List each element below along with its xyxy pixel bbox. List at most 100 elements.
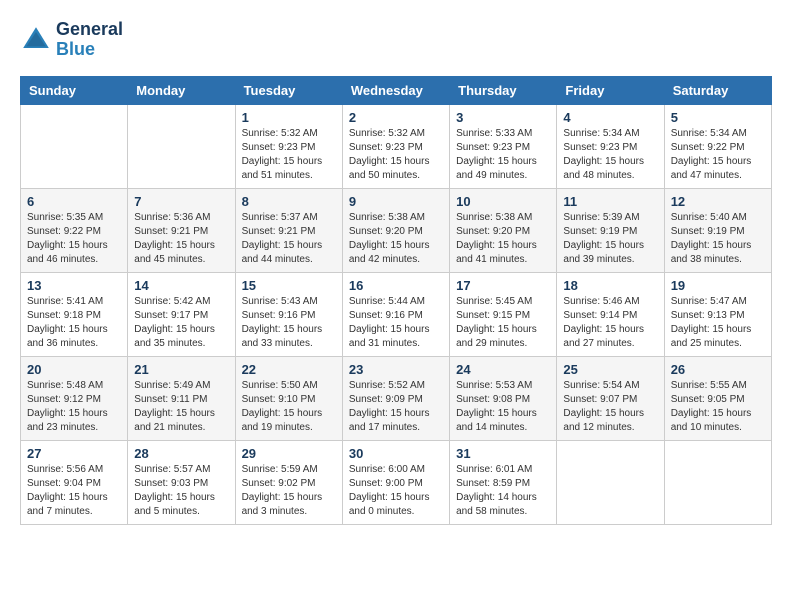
calendar-cell (664, 440, 771, 524)
weekday-header-tuesday: Tuesday (235, 76, 342, 104)
day-number: 2 (349, 110, 443, 125)
calendar-cell: 24 Sunrise: 5:53 AM Sunset: 9:08 PM Dayli… (450, 356, 557, 440)
calendar-cell: 26 Sunrise: 5:55 AM Sunset: 9:05 PM Dayli… (664, 356, 771, 440)
calendar-cell (557, 440, 664, 524)
calendar-cell: 18Sunrise: 5:46 AM Sunset: 9:14 PM Dayli… (557, 272, 664, 356)
calendar-cell: 23 Sunrise: 5:52 AM Sunset: 9:09 PM Dayli… (342, 356, 449, 440)
calendar-cell: 13Sunrise: 5:41 AM Sunset: 9:18 PM Dayli… (21, 272, 128, 356)
day-number: 23 (349, 362, 443, 377)
calendar-week-row: 6Sunrise: 5:35 AM Sunset: 9:22 PM Daylig… (21, 188, 772, 272)
day-info: Sunrise: 5:39 AM Sunset: 9:19 PM Dayligh… (563, 211, 657, 267)
day-info: Sunrise: 5:35 AM Sunset: 9:22 PM Dayligh… (27, 211, 121, 267)
day-info: Sunrise: 5:54 AM Sunset: 9:07 PM Dayligh… (563, 379, 657, 435)
calendar-week-row: 13Sunrise: 5:41 AM Sunset: 9:18 PM Dayli… (21, 272, 772, 356)
day-info: Sunrise: 6:01 AM Sunset: 8:59 PM Dayligh… (456, 463, 550, 519)
day-number: 29 (242, 446, 336, 461)
day-info: Sunrise: 5:53 AM Sunset: 9:08 PM Dayligh… (456, 379, 550, 435)
day-number: 4 (563, 110, 657, 125)
weekday-header-sunday: Sunday (21, 76, 128, 104)
calendar-cell: 6Sunrise: 5:35 AM Sunset: 9:22 PM Daylig… (21, 188, 128, 272)
calendar-cell: 5Sunrise: 5:34 AM Sunset: 9:22 PM Daylig… (664, 104, 771, 188)
day-number: 9 (349, 194, 443, 209)
calendar-cell: 9 Sunrise: 5:38 AM Sunset: 9:20 PM Daylig… (342, 188, 449, 272)
calendar-cell: 10 Sunrise: 5:38 AM Sunset: 9:20 PM Dayli… (450, 188, 557, 272)
day-info: Sunrise: 5:36 AM Sunset: 9:21 PM Dayligh… (134, 211, 228, 267)
day-info: Sunrise: 5:48 AM Sunset: 9:12 PM Dayligh… (27, 379, 121, 435)
day-info: Sunrise: 5:41 AM Sunset: 9:18 PM Dayligh… (27, 295, 121, 351)
day-info: Sunrise: 5:32 AM Sunset: 9:23 PM Dayligh… (242, 127, 336, 183)
day-number: 1 (242, 110, 336, 125)
calendar-cell: 28 Sunrise: 5:57 AM Sunset: 9:03 PM Dayli… (128, 440, 235, 524)
weekday-header-row: SundayMondayTuesdayWednesdayThursdayFrid… (21, 76, 772, 104)
logo-text-blue: Blue (56, 40, 123, 60)
day-number: 19 (671, 278, 765, 293)
calendar-cell (128, 104, 235, 188)
calendar-cell: 31Sunrise: 6:01 AM Sunset: 8:59 PM Dayli… (450, 440, 557, 524)
day-info: Sunrise: 5:37 AM Sunset: 9:21 PM Dayligh… (242, 211, 336, 267)
day-info: Sunrise: 5:33 AM Sunset: 9:23 PM Dayligh… (456, 127, 550, 183)
day-info: Sunrise: 5:55 AM Sunset: 9:05 PM Dayligh… (671, 379, 765, 435)
day-info: Sunrise: 5:44 AM Sunset: 9:16 PM Dayligh… (349, 295, 443, 351)
calendar-cell: 1 Sunrise: 5:32 AM Sunset: 9:23 PM Daylig… (235, 104, 342, 188)
logo-icon (20, 24, 52, 56)
logo-text-general: General (56, 20, 123, 40)
day-number: 20 (27, 362, 121, 377)
day-number: 25 (563, 362, 657, 377)
day-number: 21 (134, 362, 228, 377)
day-number: 5 (671, 110, 765, 125)
day-info: Sunrise: 6:00 AM Sunset: 9:00 PM Dayligh… (349, 463, 443, 519)
day-number: 15 (242, 278, 336, 293)
day-info: Sunrise: 5:45 AM Sunset: 9:15 PM Dayligh… (456, 295, 550, 351)
calendar-cell: 7 Sunrise: 5:36 AM Sunset: 9:21 PM Daylig… (128, 188, 235, 272)
day-number: 28 (134, 446, 228, 461)
day-info: Sunrise: 5:34 AM Sunset: 9:23 PM Dayligh… (563, 127, 657, 183)
day-number: 16 (349, 278, 443, 293)
day-info: Sunrise: 5:38 AM Sunset: 9:20 PM Dayligh… (456, 211, 550, 267)
day-number: 8 (242, 194, 336, 209)
calendar-cell: 29Sunrise: 5:59 AM Sunset: 9:02 PM Dayli… (235, 440, 342, 524)
logo: General Blue (20, 20, 123, 60)
day-info: Sunrise: 5:49 AM Sunset: 9:11 PM Dayligh… (134, 379, 228, 435)
page-header: General Blue (20, 20, 772, 60)
calendar-cell: 14 Sunrise: 5:42 AM Sunset: 9:17 PM Dayli… (128, 272, 235, 356)
calendar-cell: 17 Sunrise: 5:45 AM Sunset: 9:15 PM Dayli… (450, 272, 557, 356)
day-number: 10 (456, 194, 550, 209)
calendar-cell: 19Sunrise: 5:47 AM Sunset: 9:13 PM Dayli… (664, 272, 771, 356)
weekday-header-saturday: Saturday (664, 76, 771, 104)
calendar-cell: 16 Sunrise: 5:44 AM Sunset: 9:16 PM Dayli… (342, 272, 449, 356)
weekday-header-monday: Monday (128, 76, 235, 104)
day-info: Sunrise: 5:50 AM Sunset: 9:10 PM Dayligh… (242, 379, 336, 435)
weekday-header-friday: Friday (557, 76, 664, 104)
calendar-cell: 15 Sunrise: 5:43 AM Sunset: 9:16 PM Dayli… (235, 272, 342, 356)
day-info: Sunrise: 5:38 AM Sunset: 9:20 PM Dayligh… (349, 211, 443, 267)
day-number: 12 (671, 194, 765, 209)
calendar-cell: 20 Sunrise: 5:48 AM Sunset: 9:12 PM Dayli… (21, 356, 128, 440)
calendar-week-row: 20 Sunrise: 5:48 AM Sunset: 9:12 PM Dayli… (21, 356, 772, 440)
calendar-cell: 8 Sunrise: 5:37 AM Sunset: 9:21 PM Daylig… (235, 188, 342, 272)
day-number: 22 (242, 362, 336, 377)
calendar-cell: 22 Sunrise: 5:50 AM Sunset: 9:10 PM Dayli… (235, 356, 342, 440)
day-number: 27 (27, 446, 121, 461)
calendar-cell: 4 Sunrise: 5:34 AM Sunset: 9:23 PM Daylig… (557, 104, 664, 188)
calendar-cell: 30 Sunrise: 6:00 AM Sunset: 9:00 PM Dayli… (342, 440, 449, 524)
day-info: Sunrise: 5:56 AM Sunset: 9:04 PM Dayligh… (27, 463, 121, 519)
calendar-cell: 21 Sunrise: 5:49 AM Sunset: 9:11 PM Dayli… (128, 356, 235, 440)
calendar-cell: 11 Sunrise: 5:39 AM Sunset: 9:19 PM Dayli… (557, 188, 664, 272)
day-number: 11 (563, 194, 657, 209)
day-info: Sunrise: 5:32 AM Sunset: 9:23 PM Dayligh… (349, 127, 443, 183)
day-info: Sunrise: 5:52 AM Sunset: 9:09 PM Dayligh… (349, 379, 443, 435)
day-number: 26 (671, 362, 765, 377)
calendar-cell: 2 Sunrise: 5:32 AM Sunset: 9:23 PM Daylig… (342, 104, 449, 188)
day-info: Sunrise: 5:43 AM Sunset: 9:16 PM Dayligh… (242, 295, 336, 351)
day-number: 3 (456, 110, 550, 125)
day-number: 30 (349, 446, 443, 461)
calendar-cell: 25 Sunrise: 5:54 AM Sunset: 9:07 PM Dayli… (557, 356, 664, 440)
day-info: Sunrise: 5:40 AM Sunset: 9:19 PM Dayligh… (671, 211, 765, 267)
day-info: Sunrise: 5:42 AM Sunset: 9:17 PM Dayligh… (134, 295, 228, 351)
day-number: 24 (456, 362, 550, 377)
day-number: 7 (134, 194, 228, 209)
day-info: Sunrise: 5:57 AM Sunset: 9:03 PM Dayligh… (134, 463, 228, 519)
calendar-cell: 3 Sunrise: 5:33 AM Sunset: 9:23 PM Daylig… (450, 104, 557, 188)
day-number: 17 (456, 278, 550, 293)
day-number: 14 (134, 278, 228, 293)
